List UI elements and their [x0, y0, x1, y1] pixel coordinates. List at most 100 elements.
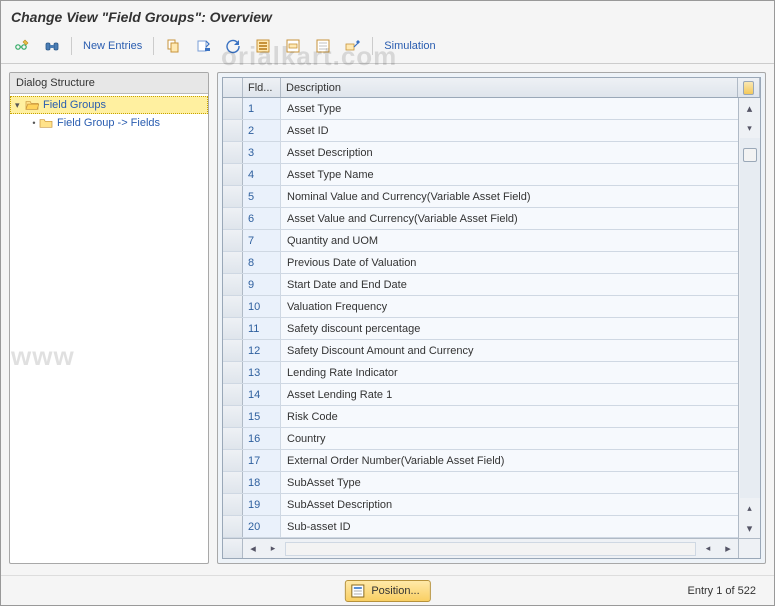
row-selector[interactable] [223, 186, 243, 207]
cell-description[interactable]: Asset Value and Currency(Variable Asset … [281, 208, 738, 229]
cell-fld[interactable]: 18 [243, 472, 281, 493]
cell-description[interactable]: Risk Code [281, 406, 738, 427]
cell-description[interactable]: Previous Date of Valuation [281, 252, 738, 273]
cell-description[interactable]: Valuation Frequency [281, 296, 738, 317]
position-button[interactable]: Position... [344, 580, 430, 602]
scroll-right-step-button[interactable]: ◂ [698, 539, 718, 559]
row-select-header[interactable] [223, 78, 243, 97]
cell-fld[interactable]: 6 [243, 208, 281, 229]
row-selector[interactable] [223, 296, 243, 317]
row-selector[interactable] [223, 120, 243, 141]
cell-fld[interactable]: 5 [243, 186, 281, 207]
table-row[interactable]: 16Country [223, 428, 738, 450]
cell-fld[interactable]: 10 [243, 296, 281, 317]
row-selector[interactable] [223, 98, 243, 119]
vertical-scrollbar[interactable]: ▴ ▾ ▴ ▾ [738, 98, 760, 538]
table-row[interactable]: 19SubAsset Description [223, 494, 738, 516]
cell-fld[interactable]: 19 [243, 494, 281, 515]
delete-button[interactable] [190, 35, 216, 57]
table-row[interactable]: 11Safety discount percentage [223, 318, 738, 340]
cell-description[interactable]: SubAsset Description [281, 494, 738, 515]
cell-fld[interactable]: 16 [243, 428, 281, 449]
cell-description[interactable]: Asset ID [281, 120, 738, 141]
new-entries-button[interactable]: New Entries [78, 35, 147, 57]
row-selector[interactable] [223, 142, 243, 163]
table-row[interactable]: 20Sub-asset ID [223, 516, 738, 538]
col-header-description[interactable]: Description [281, 78, 738, 97]
scroll-down-step-button[interactable]: ▴ [740, 498, 760, 518]
scroll-down-button[interactable]: ▾ [740, 518, 760, 538]
cell-description[interactable]: Asset Type Name [281, 164, 738, 185]
table-row[interactable]: 5Nominal Value and Currency(Variable Ass… [223, 186, 738, 208]
cell-fld[interactable]: 13 [243, 362, 281, 383]
simulation-button[interactable]: Simulation [379, 35, 440, 57]
scroll-up-button[interactable]: ▴ [740, 98, 760, 118]
row-selector[interactable] [223, 208, 243, 229]
table-row[interactable]: 2Asset ID [223, 120, 738, 142]
scroll-left-button[interactable]: ◂ [243, 539, 263, 559]
undo-change-button[interactable] [220, 35, 246, 57]
row-selector[interactable] [223, 274, 243, 295]
cell-fld[interactable]: 9 [243, 274, 281, 295]
cell-fld[interactable]: 3 [243, 142, 281, 163]
table-row[interactable]: 15Risk Code [223, 406, 738, 428]
table-row[interactable]: 13Lending Rate Indicator [223, 362, 738, 384]
cell-description[interactable]: External Order Number(Variable Asset Fie… [281, 450, 738, 471]
cell-fld[interactable]: 14 [243, 384, 281, 405]
tree-node-field-group-fields[interactable]: • Field Group -> Fields [10, 114, 208, 132]
row-selector[interactable] [223, 340, 243, 361]
cell-description[interactable]: Quantity and UOM [281, 230, 738, 251]
row-selector[interactable] [223, 230, 243, 251]
cell-description[interactable]: Lending Rate Indicator [281, 362, 738, 383]
cell-fld[interactable]: 20 [243, 516, 281, 537]
row-selector[interactable] [223, 450, 243, 471]
table-row[interactable]: 10Valuation Frequency [223, 296, 738, 318]
cell-fld[interactable]: 15 [243, 406, 281, 427]
table-row[interactable]: 12Safety Discount Amount and Currency [223, 340, 738, 362]
scroll-left-step-button[interactable]: ▸ [263, 539, 283, 559]
cell-fld[interactable]: 2 [243, 120, 281, 141]
row-selector[interactable] [223, 406, 243, 427]
cell-description[interactable]: SubAsset Type [281, 472, 738, 493]
cell-description[interactable]: Nominal Value and Currency(Variable Asse… [281, 186, 738, 207]
cell-description[interactable]: Asset Description [281, 142, 738, 163]
toggle-display-change-button[interactable] [9, 35, 35, 57]
cell-description[interactable]: Sub-asset ID [281, 516, 738, 537]
scroll-up-step-button[interactable]: ▾ [740, 118, 760, 138]
table-row[interactable]: 3Asset Description [223, 142, 738, 164]
table-row[interactable]: 1Asset Type [223, 98, 738, 120]
cell-fld[interactable]: 4 [243, 164, 281, 185]
table-row[interactable]: 7Quantity and UOM [223, 230, 738, 252]
table-row[interactable]: 9Start Date and End Date [223, 274, 738, 296]
table-row[interactable]: 8Previous Date of Valuation [223, 252, 738, 274]
horizontal-scrollbar[interactable]: ◂ ▸ ◂ ▸ [223, 538, 760, 558]
copy-as-button[interactable] [160, 35, 186, 57]
cell-fld[interactable]: 1 [243, 98, 281, 119]
cell-description[interactable]: Safety discount percentage [281, 318, 738, 339]
row-selector[interactable] [223, 318, 243, 339]
cell-fld[interactable]: 12 [243, 340, 281, 361]
hscroll-track[interactable] [285, 542, 696, 556]
table-row[interactable]: 17External Order Number(Variable Asset F… [223, 450, 738, 472]
find-button[interactable] [39, 35, 65, 57]
select-all-button[interactable] [250, 35, 276, 57]
cell-description[interactable]: Asset Type [281, 98, 738, 119]
cell-description[interactable]: Safety Discount Amount and Currency [281, 340, 738, 361]
row-selector[interactable] [223, 252, 243, 273]
table-row[interactable]: 14Asset Lending Rate 1 [223, 384, 738, 406]
table-row[interactable]: 18SubAsset Type [223, 472, 738, 494]
table-row[interactable]: 4Asset Type Name [223, 164, 738, 186]
cell-description[interactable]: Country [281, 428, 738, 449]
col-header-fld[interactable]: Fld... [243, 78, 281, 97]
table-settings-button[interactable] [738, 78, 760, 97]
collapse-icon[interactable]: ▾ [15, 100, 25, 111]
table-row[interactable]: 6Asset Value and Currency(Variable Asset… [223, 208, 738, 230]
scroll-track[interactable] [740, 138, 760, 498]
cell-fld[interactable]: 11 [243, 318, 281, 339]
row-selector[interactable] [223, 362, 243, 383]
row-selector[interactable] [223, 516, 243, 537]
row-selector[interactable] [223, 384, 243, 405]
select-block-button[interactable] [280, 35, 306, 57]
configuration-button[interactable] [340, 35, 366, 57]
cell-description[interactable]: Start Date and End Date [281, 274, 738, 295]
